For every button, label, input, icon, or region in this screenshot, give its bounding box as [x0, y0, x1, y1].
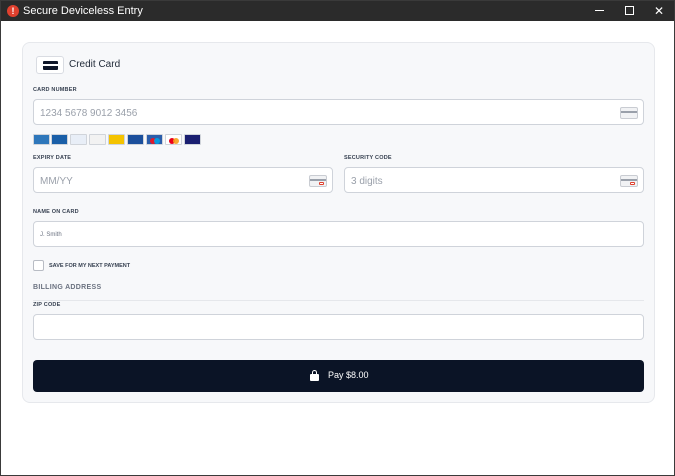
name-on-card-label: NAME ON CARD	[33, 209, 79, 215]
save-payment-label: SAVE FOR MY NEXT PAYMENT	[49, 263, 131, 269]
discover-icon	[89, 134, 106, 145]
elo-icon	[108, 134, 125, 145]
security-code-input[interactable]: 3 digits	[344, 167, 644, 193]
security-code-label: SECURITY CODE	[344, 155, 392, 161]
payment-form-card: Credit Card CARD NUMBER 1234 5678 9012 3…	[22, 42, 655, 403]
minimize-icon	[595, 10, 604, 11]
cvc-icon	[620, 175, 638, 187]
expiry-date-label: EXPIRY DATE	[33, 155, 72, 161]
zip-code-input[interactable]	[33, 314, 644, 340]
name-on-card-placeholder: J. Smith	[40, 232, 62, 238]
maximize-icon	[625, 6, 634, 15]
maestro-icon	[146, 134, 163, 145]
zip-code-label: ZIP CODE	[33, 302, 61, 308]
app-window: ! Secure Deviceless Entry ✕ Credit Card …	[0, 0, 675, 476]
card-expiry-icon	[309, 175, 327, 187]
card-icon	[620, 107, 638, 119]
section-divider	[33, 300, 644, 301]
payment-method-title: Credit Card	[69, 59, 121, 70]
jcb-icon	[127, 134, 144, 145]
card-number-label: CARD NUMBER	[33, 87, 77, 93]
alert-icon: !	[7, 5, 19, 17]
diners-club-international-icon	[70, 134, 87, 145]
title-bar[interactable]: ! Secure Deviceless Entry ✕	[1, 1, 674, 21]
credit-card-icon	[36, 56, 64, 74]
card-number-placeholder: 1234 5678 9012 3456	[40, 108, 138, 119]
pay-button-label: Pay $8.00	[328, 370, 369, 380]
pay-button[interactable]: Pay $8.00	[33, 360, 644, 392]
amex-icon	[33, 134, 50, 145]
maximize-button[interactable]	[614, 1, 644, 21]
visa-icon	[184, 134, 201, 145]
expiry-date-input[interactable]: MM/YY	[33, 167, 333, 193]
window-title: Secure Deviceless Entry	[23, 5, 143, 17]
save-payment-checkbox[interactable]	[33, 260, 44, 271]
security-code-placeholder: 3 digits	[351, 176, 383, 187]
expiry-date-placeholder: MM/YY	[40, 176, 73, 187]
diners-club-icon	[51, 134, 68, 145]
close-button[interactable]: ✕	[644, 1, 674, 21]
mastercard-icon	[165, 134, 182, 145]
minimize-button[interactable]	[584, 1, 614, 21]
card-number-input[interactable]: 1234 5678 9012 3456	[33, 99, 644, 125]
billing-address-heading: BILLING ADDRESS	[33, 284, 102, 291]
name-on-card-input[interactable]: J. Smith	[33, 221, 644, 247]
lock-icon	[310, 370, 319, 381]
